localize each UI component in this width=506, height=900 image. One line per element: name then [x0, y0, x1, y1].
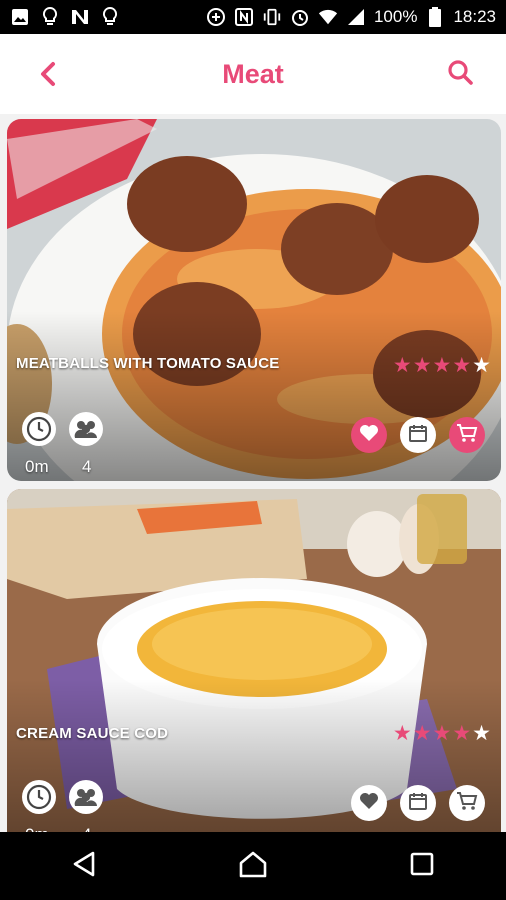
clock-icon — [22, 780, 56, 814]
star-icon: ★ — [432, 722, 452, 745]
recipe-name: MEATBALLS WITH TOMATO SAUCE — [16, 355, 280, 372]
servings: 4 — [82, 457, 92, 476]
battery-percent: 100% — [373, 7, 418, 26]
cook-time: 0m — [25, 825, 49, 832]
people-icon — [69, 780, 103, 814]
cart-button[interactable] — [449, 785, 485, 821]
home-icon — [238, 850, 268, 883]
recipe-list[interactable]: MEATBALLS WITH TOMATO SAUCE ★ ★ ★ ★ ★ 0m… — [0, 114, 506, 832]
recipe-card[interactable]: MEATBALLS WITH TOMATO SAUCE ★ ★ ★ ★ ★ 0m… — [7, 119, 501, 481]
rating-stars: ★ ★ ★ ★ ★ — [393, 355, 491, 376]
heart-icon — [359, 792, 379, 815]
cart-icon — [456, 423, 478, 448]
people-icon — [69, 412, 103, 446]
alarm-icon — [290, 7, 310, 27]
clock: 18:23 — [453, 7, 496, 26]
calendar-button[interactable] — [400, 417, 436, 453]
rating-stars: ★ ★ ★ ★ ★ — [393, 723, 491, 744]
wifi-icon — [318, 7, 338, 27]
vibrate-icon — [262, 7, 282, 27]
recents-square-icon — [409, 851, 435, 882]
recipe-name: CREAM SAUCE COD — [16, 725, 169, 742]
calendar-button[interactable] — [400, 785, 436, 821]
star-icon: ★ — [412, 354, 432, 377]
star-icon: ★ — [472, 354, 491, 377]
n-icon — [70, 7, 90, 27]
star-icon: ★ — [432, 354, 452, 377]
bulb-icon — [40, 7, 60, 27]
star-icon: ★ — [452, 354, 472, 377]
star-icon: ★ — [392, 354, 412, 377]
star-icon: ★ — [392, 722, 412, 745]
back-button[interactable] — [30, 58, 66, 94]
nav-back-button[interactable] — [54, 836, 114, 896]
app-bar: Meat — [0, 34, 506, 114]
cook-time: 0m — [25, 457, 49, 476]
image-icon — [10, 7, 30, 27]
status-bar: 100% 18:23 — [0, 0, 506, 34]
back-triangle-icon — [71, 850, 97, 883]
heart-icon — [359, 424, 379, 447]
page-title: Meat — [222, 58, 284, 89]
recipe-card[interactable]: CREAM SAUCE COD ★ ★ ★ ★ ★ 0m 4 — [7, 489, 501, 832]
search-button[interactable] — [442, 56, 478, 92]
search-icon — [447, 59, 473, 90]
calendar-icon — [408, 423, 428, 448]
system-nav-bar — [0, 832, 506, 900]
favorite-button[interactable] — [351, 417, 387, 453]
battery-icon — [425, 7, 445, 27]
nfc-icon — [234, 7, 254, 27]
star-icon: ★ — [452, 722, 472, 745]
star-icon: ★ — [412, 722, 432, 745]
bulb-icon — [100, 7, 120, 27]
servings: 4 — [82, 825, 91, 832]
favorite-button[interactable] — [351, 785, 387, 821]
star-icon: ★ — [472, 722, 491, 745]
cart-icon — [456, 791, 478, 816]
calendar-icon — [408, 791, 428, 816]
data-saver-icon — [206, 7, 226, 27]
nav-home-button[interactable] — [223, 836, 283, 896]
nav-recents-button[interactable] — [392, 836, 452, 896]
cart-button[interactable] — [449, 417, 485, 453]
signal-icon — [346, 7, 366, 27]
clock-icon — [22, 412, 56, 446]
chevron-left-icon — [37, 61, 59, 92]
